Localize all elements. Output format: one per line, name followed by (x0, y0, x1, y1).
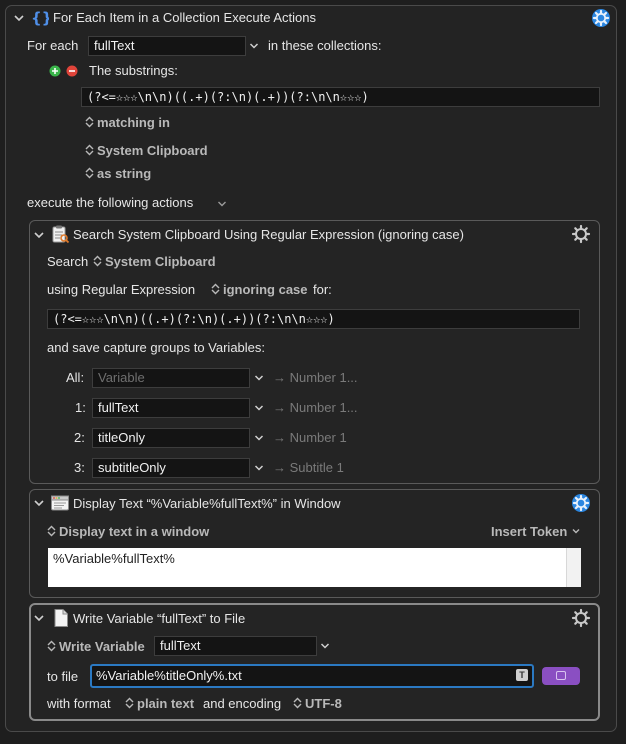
display-text-content: %Variable%fullText% (53, 551, 175, 566)
group-label: 1: (75, 400, 86, 415)
write-mode-popup[interactable]: Write Variable (47, 639, 145, 655)
substrings-regex-field[interactable]: (?<=☆☆☆\n\n)((.+)(?:\n)(.+))(?:\n\n☆☆☆) (81, 87, 600, 107)
search-regex-field[interactable]: (?<=☆☆☆\n\n)((.+)(?:\n)(.+))(?:\n\n☆☆☆) (47, 309, 580, 329)
matching-in-popup[interactable]: matching in (85, 115, 170, 131)
group-label: 2: (74, 430, 85, 445)
up-down-arrows-icon (47, 640, 56, 652)
svg-text:{}: {} (31, 9, 49, 27)
choose-file-button[interactable] (542, 667, 580, 685)
up-down-arrows-icon (293, 697, 302, 709)
source-popup[interactable]: System Clipboard (85, 143, 208, 159)
variable-menu-chevron-icon[interactable] (253, 432, 265, 444)
collapse-chevron-icon[interactable] (33, 497, 45, 509)
collapse-chevron-icon[interactable] (13, 12, 25, 24)
group-target-preview: → Subtitle 1 (273, 460, 344, 475)
up-down-arrows-icon (93, 255, 102, 267)
group-label: All: (66, 370, 85, 385)
minus-circle-icon[interactable] (66, 65, 78, 77)
using-regex-label: using Regular Expression (47, 282, 196, 297)
for-each-label: For each (27, 38, 79, 53)
substrings-label: The substrings: (89, 63, 178, 78)
action-title: Display Text “%Variable%fullText%” in Wi… (73, 496, 341, 511)
token-icon[interactable]: T (516, 669, 528, 681)
chevron-down-icon (572, 529, 580, 534)
variable-menu-chevron-icon[interactable] (248, 40, 260, 52)
case-popup[interactable]: ignoring case (211, 282, 308, 298)
group-all-variable-field[interactable]: Variable (92, 368, 250, 388)
group-target-preview: → Number 1 (273, 430, 347, 445)
gear-icon[interactable] (591, 8, 611, 28)
encoding-popup[interactable]: UTF-8 (293, 696, 342, 712)
group-2-variable-field[interactable]: titleOnly (92, 428, 250, 448)
to-file-label: to file (47, 669, 79, 684)
display-mode-popup[interactable]: Display text in a window (47, 524, 209, 540)
collapse-chevron-icon[interactable] (33, 229, 45, 241)
window-icon (50, 493, 70, 513)
insert-token-menu[interactable]: Insert Token (491, 524, 581, 540)
folder-icon (556, 671, 566, 680)
action-title: Search System Clipboard Using Regular Ex… (73, 227, 464, 242)
up-down-arrows-icon (47, 525, 56, 537)
group-target-preview: → Number 1... (273, 370, 358, 385)
gear-icon[interactable] (571, 493, 591, 513)
collapse-chevron-icon[interactable] (33, 612, 45, 624)
search-source-popup[interactable]: System Clipboard (93, 254, 216, 270)
variable-menu-chevron-icon[interactable] (253, 372, 265, 384)
execute-label: execute the following actions (27, 195, 194, 210)
up-down-arrows-icon (211, 283, 220, 295)
in-collections-label: in these collections: (268, 38, 382, 53)
gear-icon[interactable] (571, 224, 591, 244)
gear-icon[interactable] (571, 608, 591, 628)
for-label: for: (313, 282, 332, 297)
curly-braces-icon: {} (31, 9, 52, 27)
up-down-arrows-icon (85, 116, 94, 128)
display-text-area[interactable]: %Variable%fullText% (48, 548, 581, 587)
group-1-variable-field[interactable]: fullText (92, 398, 250, 418)
file-path-value: %Variable%titleOnly%.txt (96, 668, 242, 683)
action-title: Write Variable “fullText” to File (73, 611, 246, 626)
loop-variable-field[interactable]: fullText (88, 36, 246, 56)
up-down-arrows-icon (125, 697, 134, 709)
variable-menu-chevron-icon[interactable] (253, 402, 265, 414)
save-groups-label: and save capture groups to Variables: (47, 340, 266, 355)
format-popup[interactable]: plain text (125, 696, 194, 712)
format-label: with format (47, 696, 111, 711)
action-title: For Each Item in a Collection Execute Ac… (53, 10, 317, 25)
document-icon (52, 608, 70, 628)
encoding-label: and encoding (203, 696, 282, 711)
group-label: 3: (74, 460, 85, 475)
plus-circle-icon[interactable] (49, 65, 61, 77)
write-variable-field[interactable]: fullText (154, 636, 317, 656)
group-3-variable-field[interactable]: subtitleOnly (92, 458, 250, 478)
file-path-field[interactable]: %Variable%titleOnly%.txt T (90, 664, 534, 688)
clipboard-search-icon (50, 224, 70, 244)
vertical-scrollbar[interactable] (566, 548, 581, 587)
variable-menu-chevron-icon[interactable] (253, 462, 265, 474)
variable-menu-chevron-icon[interactable] (319, 640, 331, 652)
group-target-preview: → Number 1... (273, 400, 358, 415)
execute-menu-chevron-icon[interactable] (216, 198, 228, 210)
up-down-arrows-icon (85, 144, 94, 156)
as-string-popup[interactable]: as string (85, 166, 151, 182)
search-label: Search (47, 254, 89, 269)
up-down-arrows-icon (85, 167, 94, 179)
